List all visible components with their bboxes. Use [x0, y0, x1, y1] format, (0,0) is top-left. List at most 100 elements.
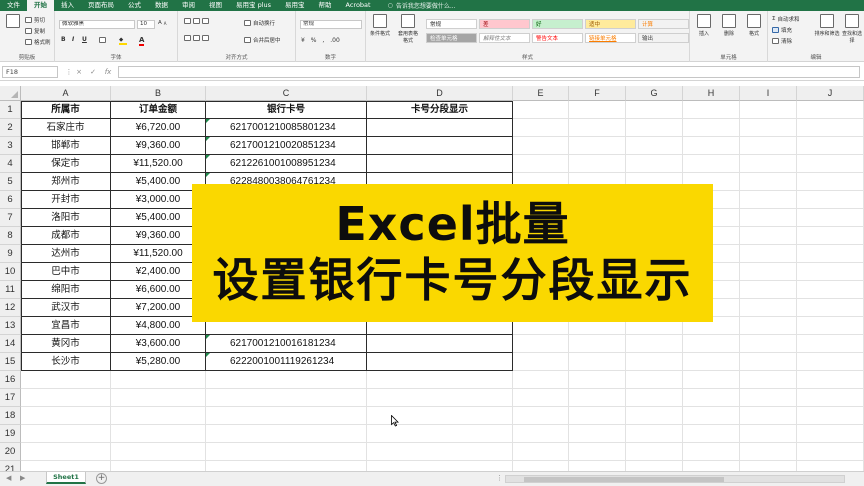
- paste-button[interactable]: [1, 14, 25, 30]
- grid-cell[interactable]: [626, 425, 683, 443]
- tell-me-search[interactable]: ○ 告诉我您想要做什么...: [388, 1, 456, 10]
- grid-cell[interactable]: [111, 443, 206, 461]
- grid-cell[interactable]: [367, 389, 513, 407]
- cell-style-option[interactable]: 解释性文本: [479, 33, 530, 43]
- city-cell[interactable]: 保定市: [21, 155, 111, 173]
- grid-cell[interactable]: [367, 461, 513, 471]
- next-sheet-icon[interactable]: ▶: [20, 474, 25, 482]
- grid-cell[interactable]: [740, 425, 797, 443]
- grid-cell[interactable]: [21, 443, 111, 461]
- grid-cell[interactable]: [206, 389, 367, 407]
- grid-cell[interactable]: [569, 119, 626, 137]
- column-header[interactable]: A: [21, 86, 111, 101]
- prev-sheet-icon[interactable]: ◀: [6, 474, 11, 482]
- table-header-cell[interactable]: 银行卡号: [206, 101, 367, 119]
- horizontal-scroll-thumb[interactable]: [524, 477, 724, 482]
- grid-cell[interactable]: [569, 353, 626, 371]
- grid-cell[interactable]: [626, 371, 683, 389]
- add-sheet-button[interactable]: +: [96, 473, 107, 484]
- copy-button[interactable]: 复制: [25, 27, 45, 35]
- grid-cell[interactable]: [683, 389, 740, 407]
- card-split-cell[interactable]: [367, 137, 513, 155]
- column-header[interactable]: J: [797, 86, 864, 101]
- grid-cell[interactable]: [111, 461, 206, 471]
- grid-cell[interactable]: [21, 461, 111, 471]
- grid-cell[interactable]: [797, 155, 864, 173]
- grid-cell[interactable]: [740, 371, 797, 389]
- grid-cell[interactable]: [740, 317, 797, 335]
- card-number-cell[interactable]: 6217001210020851234: [206, 137, 367, 155]
- city-cell[interactable]: 邯郸市: [21, 137, 111, 155]
- grid-cell[interactable]: [740, 281, 797, 299]
- grid-cell[interactable]: [740, 245, 797, 263]
- grid-cell[interactable]: [206, 425, 367, 443]
- grid-cell[interactable]: [797, 335, 864, 353]
- grid-cell[interactable]: [513, 371, 569, 389]
- grid-cell[interactable]: [797, 173, 864, 191]
- menu-tab[interactable]: 页面布局: [81, 0, 121, 11]
- grid-cell[interactable]: [740, 155, 797, 173]
- menu-tab[interactable]: 易用宝: [278, 0, 312, 11]
- row-header[interactable]: 1: [0, 101, 21, 119]
- grid-cell[interactable]: [740, 389, 797, 407]
- grid-cell[interactable]: [797, 119, 864, 137]
- number-format-select[interactable]: 常规: [300, 20, 362, 29]
- row-header[interactable]: 19: [0, 425, 21, 443]
- format-cells-button[interactable]: 格式: [742, 14, 766, 37]
- grid-cell[interactable]: [740, 191, 797, 209]
- grid-cell[interactable]: [626, 389, 683, 407]
- grid-cell[interactable]: [683, 119, 740, 137]
- menu-tab[interactable]: 易用宝 plus: [229, 0, 278, 11]
- grid-cell[interactable]: [683, 407, 740, 425]
- city-cell[interactable]: 长沙市: [21, 353, 111, 371]
- table-header-cell[interactable]: 卡号分段显示: [367, 101, 513, 119]
- menu-tab[interactable]: 数据: [148, 0, 175, 11]
- grid-cell[interactable]: [569, 101, 626, 119]
- underline-button[interactable]: U: [82, 36, 87, 43]
- card-split-cell[interactable]: [367, 155, 513, 173]
- clear-button[interactable]: 清除: [772, 37, 792, 45]
- grid-cell[interactable]: [740, 227, 797, 245]
- grid-cell[interactable]: [569, 155, 626, 173]
- horizontal-scrollbar[interactable]: [505, 475, 845, 483]
- grid-cell[interactable]: [21, 371, 111, 389]
- grid-cell[interactable]: [513, 137, 569, 155]
- grid-cell[interactable]: [626, 119, 683, 137]
- grid-cell[interactable]: [569, 389, 626, 407]
- cell-style-option[interactable]: 输出: [638, 33, 689, 43]
- grid-cell[interactable]: [569, 137, 626, 155]
- city-cell[interactable]: 巴中市: [21, 263, 111, 281]
- row-header[interactable]: 8: [0, 227, 21, 245]
- row-header[interactable]: 7: [0, 209, 21, 227]
- grid-cell[interactable]: [797, 137, 864, 155]
- menu-tab[interactable]: 审阅: [175, 0, 202, 11]
- city-cell[interactable]: 达州市: [21, 245, 111, 263]
- city-cell[interactable]: 武汉市: [21, 299, 111, 317]
- card-number-cell[interactable]: 6217001210016181234: [206, 335, 367, 353]
- grid-cell[interactable]: [797, 299, 864, 317]
- row-header[interactable]: 18: [0, 407, 21, 425]
- grid-cell[interactable]: [797, 101, 864, 119]
- grid-cell[interactable]: [513, 407, 569, 425]
- sort-filter-button[interactable]: 排序和筛选: [814, 14, 840, 37]
- menu-tab[interactable]: 插入: [54, 0, 81, 11]
- grid-cell[interactable]: [683, 425, 740, 443]
- grid-cell[interactable]: [21, 407, 111, 425]
- column-header[interactable]: E: [513, 86, 569, 101]
- city-cell[interactable]: 石家庄市: [21, 119, 111, 137]
- grid-cell[interactable]: [513, 335, 569, 353]
- city-cell[interactable]: 黄冈市: [21, 335, 111, 353]
- grid-cell[interactable]: [683, 461, 740, 471]
- grid-cell[interactable]: [626, 407, 683, 425]
- cell-style-option[interactable]: 计算: [638, 19, 689, 29]
- grid-cell[interactable]: [683, 137, 740, 155]
- grid-cell[interactable]: [740, 335, 797, 353]
- grid-cell[interactable]: [797, 461, 864, 471]
- row-header[interactable]: 13: [0, 317, 21, 335]
- row-header[interactable]: 4: [0, 155, 21, 173]
- cell-style-option[interactable]: 适中: [585, 19, 636, 29]
- grid-cell[interactable]: [683, 443, 740, 461]
- cancel-icon[interactable]: ×: [74, 66, 84, 78]
- select-all-button[interactable]: [0, 86, 21, 101]
- row-header[interactable]: 6: [0, 191, 21, 209]
